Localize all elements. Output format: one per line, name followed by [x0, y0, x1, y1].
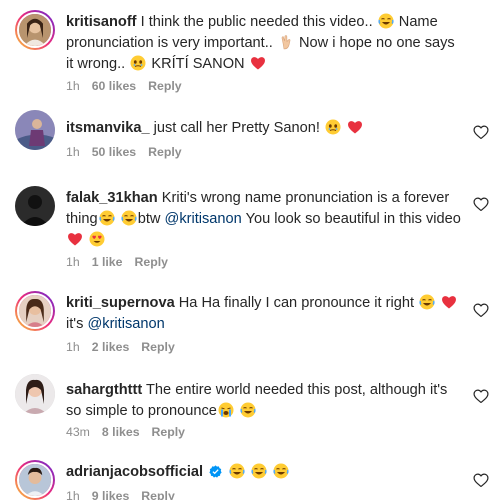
comment-meta: 1h 2 likes Reply: [66, 340, 187, 354]
skull-emoji: [130, 55, 146, 71]
like-heart-icon[interactable]: [473, 196, 489, 212]
comment-time: 43m: [66, 425, 90, 439]
pinching-hand-emoji: [278, 34, 294, 50]
comment-likes[interactable]: 2 likes: [92, 340, 130, 354]
comment-likes[interactable]: 9 likes: [92, 489, 130, 500]
comment-text: it's: [66, 316, 84, 332]
comment-username[interactable]: itsmanvika_: [66, 120, 150, 136]
comment-meta: 43m 8 likes Reply: [66, 425, 197, 439]
like-heart-icon[interactable]: [473, 388, 489, 404]
red-heart-emoji: [250, 55, 266, 71]
comment-meta: 1h 50 likes Reply: [66, 145, 194, 159]
comment-text: KRÍTÍ SANON: [151, 56, 245, 72]
reply-button[interactable]: Reply: [148, 79, 182, 93]
reply-button[interactable]: Reply: [141, 340, 175, 354]
avatar[interactable]: [15, 110, 55, 150]
comment-text: I think the public needed this video..: [140, 14, 373, 30]
skull-emoji: [325, 119, 341, 135]
avatar[interactable]: [15, 10, 55, 50]
comment-time: 1h: [66, 255, 80, 269]
red-heart-emoji: [441, 294, 457, 310]
face-with-tears-of-joy-emoji: [251, 463, 267, 479]
reply-button[interactable]: Reply: [152, 425, 186, 439]
face-with-tears-of-joy-emoji: [273, 463, 289, 479]
comment-text: just call her Pretty Sanon!: [153, 120, 320, 136]
mention-link[interactable]: @kritisanon: [87, 316, 164, 332]
like-heart-icon[interactable]: [473, 124, 489, 140]
red-heart-emoji: [67, 231, 83, 247]
face-with-tears-of-joy-emoji: [229, 463, 245, 479]
smiling-face-with-heart-eyes-emoji: [89, 231, 105, 247]
comment-text: btw: [137, 211, 161, 227]
avatar[interactable]: [15, 291, 55, 331]
face-with-tears-of-joy-emoji: [240, 402, 256, 418]
comment-body: kritisanoff I think the public needed th…: [66, 12, 466, 75]
reply-button[interactable]: Reply: [134, 255, 168, 269]
avatar[interactable]: [15, 374, 55, 414]
comment-body: itsmanvika_ just call her Pretty Sanon!: [66, 118, 466, 139]
comment-likes[interactable]: 1 like: [92, 255, 123, 269]
comment-username[interactable]: kritisanoff: [66, 14, 137, 30]
comment-username[interactable]: kriti_supernova: [66, 295, 175, 311]
face-with-tears-of-joy-emoji: [419, 294, 435, 310]
avatar[interactable]: [15, 460, 55, 500]
comment-body: falak_31khan Kriti's wrong name pronunci…: [66, 188, 466, 251]
comment-time: 1h: [66, 340, 80, 354]
comment-text: You look so beautiful in this video: [245, 211, 461, 227]
reply-button[interactable]: Reply: [141, 489, 175, 500]
comment-username[interactable]: sahargthttt: [66, 382, 142, 398]
comment-body: kriti_supernova Ha Ha finally I can pron…: [66, 293, 466, 335]
verified-badge-icon: [209, 465, 222, 478]
reply-button[interactable]: Reply: [148, 145, 182, 159]
comment-time: 1h: [66, 79, 80, 93]
face-with-tears-of-joy-emoji: [378, 13, 394, 29]
face-with-tears-of-joy-emoji: [99, 210, 115, 226]
comment-username[interactable]: falak_31khan: [66, 190, 158, 206]
comment-time: 1h: [66, 489, 80, 500]
avatar[interactable]: [15, 186, 55, 226]
mention-link[interactable]: @kritisanon: [165, 211, 242, 227]
comment-username[interactable]: adrianjacobsofficial: [66, 464, 203, 480]
comment-meta: 1h 9 likes Reply: [66, 489, 187, 500]
red-heart-emoji: [347, 119, 363, 135]
comment-body: adrianjacobsofficial: [66, 462, 466, 483]
like-heart-icon[interactable]: [473, 302, 489, 318]
loudly-crying-face-emoji: [218, 402, 234, 418]
like-heart-icon[interactable]: [473, 472, 489, 488]
face-with-tears-of-joy-emoji: [121, 210, 137, 226]
comment-time: 1h: [66, 145, 80, 159]
comment-text: Ha Ha finally I can pronounce it right: [178, 295, 414, 311]
comment-likes[interactable]: 60 likes: [92, 79, 136, 93]
comment-meta: 1h 60 likes Reply: [66, 79, 194, 93]
comment-body: sahargthttt The entire world needed this…: [66, 380, 466, 422]
comment-likes[interactable]: 50 likes: [92, 145, 136, 159]
comment-meta: 1h 1 like Reply: [66, 255, 180, 269]
comment-likes[interactable]: 8 likes: [102, 425, 140, 439]
